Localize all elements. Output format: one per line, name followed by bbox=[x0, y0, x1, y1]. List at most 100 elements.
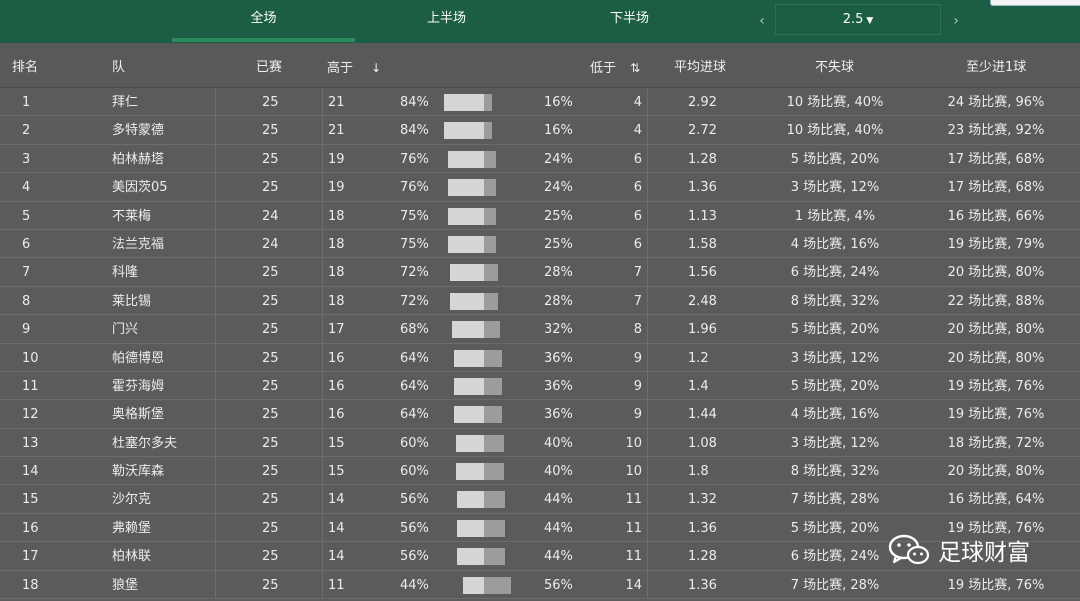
column-divider bbox=[322, 542, 323, 571]
cell-under-count: 10 bbox=[625, 464, 642, 480]
cell-played: 24 bbox=[262, 236, 279, 252]
cell-team[interactable]: 法兰克福 bbox=[112, 230, 164, 258]
column-divider bbox=[647, 116, 648, 145]
cell-team[interactable]: 弗赖堡 bbox=[112, 514, 151, 542]
cell-avg-goals: 1.32 bbox=[688, 492, 717, 508]
table-row[interactable]: 7 科隆 25 18 72% 28% 7 1.56 6 场比赛, 24% 20 场比赛, 80% bbox=[0, 258, 1080, 287]
cell-avg-goals: 1.13 bbox=[688, 208, 717, 224]
over-under-bar bbox=[453, 349, 502, 367]
cell-under-count: 4 bbox=[633, 123, 642, 139]
cell-over-percent: 68% bbox=[400, 322, 429, 338]
sort-desc-icon[interactable]: ↓ bbox=[371, 61, 381, 75]
cell-rank: 6 bbox=[22, 236, 31, 252]
cell-team[interactable]: 多特蒙德 bbox=[112, 116, 164, 144]
tab-second-half[interactable]: 下半场 bbox=[538, 0, 721, 38]
column-divider bbox=[647, 201, 648, 230]
cell-played: 25 bbox=[262, 407, 279, 423]
column-divider bbox=[647, 570, 648, 599]
table-row[interactable]: 18 狼堡 25 11 44% 56% 14 1.36 7 场比赛, 28% 19 场比赛, 76… bbox=[0, 570, 1080, 600]
cell-avg-goals: 1.08 bbox=[688, 435, 717, 451]
column-divider bbox=[647, 315, 648, 344]
cell-at-least-one: 23 场比赛, 92% bbox=[947, 123, 1045, 139]
header-clean-sheet: 不失球 bbox=[815, 60, 855, 75]
cell-under-percent: 44% bbox=[544, 520, 573, 536]
table-row[interactable]: 8 莱比锡 25 18 72% 28% 7 2.48 8 场比赛, 32% 22 场比赛, 88% bbox=[0, 286, 1080, 316]
cell-team[interactable]: 拜仁 bbox=[112, 88, 138, 116]
cell-rank: 4 bbox=[22, 180, 31, 196]
goal-line-dropdown[interactable]: 2.5 ▼ bbox=[775, 4, 941, 35]
tab-first-half[interactable]: 上半场 bbox=[355, 0, 538, 38]
table-row[interactable]: 13 杜塞尔多夫 25 15 60% 40% 10 1.08 3 场比赛, 12% 18 场比赛,… bbox=[0, 428, 1080, 458]
table-row[interactable]: 2 多特蒙德 25 21 84% 16% 4 2.72 10 场比赛, 40% 23 场比赛, 9… bbox=[0, 116, 1080, 145]
table-row[interactable]: 15 沙尔克 25 14 56% 44% 11 1.32 7 场比赛, 28% 16 场比赛, 6… bbox=[0, 485, 1080, 514]
cell-team[interactable]: 霍芬海姆 bbox=[112, 372, 164, 400]
column-divider bbox=[322, 315, 323, 344]
over-bar-fill bbox=[453, 349, 485, 367]
cell-team[interactable]: 杜塞尔多夫 bbox=[112, 429, 177, 457]
over-under-bar bbox=[463, 576, 512, 594]
cell-under-percent: 40% bbox=[544, 435, 573, 451]
cell-clean-sheet: 1 场比赛, 4% bbox=[794, 208, 876, 224]
header-over[interactable]: 高于 ↓ bbox=[327, 43, 381, 87]
table-row[interactable]: 3 柏林赫塔 25 19 76% 24% 6 1.28 5 场比赛, 20% 17 场比赛, 68… bbox=[0, 144, 1080, 174]
table-row[interactable]: 5 不莱梅 24 18 75% 25% 6 1.13 1 场比赛, 4% 16 场比赛, 66% bbox=[0, 201, 1080, 230]
cell-team[interactable]: 帕德博恩 bbox=[112, 344, 164, 372]
cell-played: 25 bbox=[262, 293, 279, 309]
table-row[interactable]: 12 奥格斯堡 25 16 64% 36% 9 1.44 4 场比赛, 16% 19 场比赛, 7… bbox=[0, 400, 1080, 429]
cell-team[interactable]: 科隆 bbox=[112, 258, 138, 286]
cell-team[interactable]: 不莱梅 bbox=[112, 202, 151, 230]
column-divider bbox=[215, 229, 216, 258]
column-divider bbox=[647, 371, 648, 400]
cell-team[interactable]: 勒沃库森 bbox=[112, 457, 164, 485]
column-divider bbox=[647, 229, 648, 258]
table-row[interactable]: 10 帕德博恩 25 16 64% 36% 9 1.2 3 场比赛, 12% 20 场比赛, 80… bbox=[0, 343, 1080, 372]
cell-avg-goals: 1.36 bbox=[688, 577, 717, 593]
column-divider bbox=[215, 286, 216, 315]
cell-over-percent: 64% bbox=[400, 407, 429, 423]
cell-over-count: 16 bbox=[328, 350, 345, 366]
wechat-icon bbox=[888, 534, 930, 565]
over-under-bar bbox=[447, 179, 496, 197]
cell-team[interactable]: 柏林联 bbox=[112, 542, 151, 570]
cell-team[interactable]: 美因茨05 bbox=[112, 173, 168, 201]
over-under-bar bbox=[457, 548, 506, 566]
cell-avg-goals: 1.44 bbox=[688, 407, 717, 423]
header-under-label: 低于 bbox=[590, 61, 617, 76]
cell-rank: 13 bbox=[22, 435, 39, 451]
cell-over-percent: 56% bbox=[400, 520, 429, 536]
over-under-bar bbox=[451, 321, 500, 339]
cell-team[interactable]: 门兴 bbox=[112, 315, 138, 343]
over-under-bar bbox=[444, 122, 492, 140]
chevron-left-icon[interactable]: ‹ bbox=[752, 8, 772, 34]
sort-toggle-icon[interactable]: ⇅ bbox=[630, 61, 640, 75]
header-under[interactable]: 低于 ⇅ bbox=[590, 43, 640, 87]
over-bar-fill bbox=[447, 179, 485, 197]
table-row[interactable]: 14 勒沃库森 25 15 60% 40% 10 1.8 8 场比赛, 32% 20 场比赛, 8… bbox=[0, 457, 1080, 486]
column-divider bbox=[647, 485, 648, 514]
cell-played: 25 bbox=[262, 123, 279, 139]
over-bar-fill bbox=[455, 463, 485, 481]
table-row[interactable]: 1 拜仁 25 21 84% 16% 4 2.92 10 场比赛, 40% 24 场比赛, 96% bbox=[0, 88, 1080, 117]
cell-team[interactable]: 奥格斯堡 bbox=[112, 400, 164, 428]
column-divider bbox=[215, 116, 216, 145]
goal-line-value: 2.5 bbox=[842, 12, 864, 27]
cell-under-percent: 16% bbox=[544, 95, 573, 110]
table-row[interactable]: 9 门兴 25 17 68% 32% 8 1.96 5 场比赛, 20% 20 场比赛, 80% bbox=[0, 315, 1080, 344]
cell-played: 24 bbox=[262, 208, 279, 224]
cell-rank: 1 bbox=[22, 95, 31, 110]
cell-team[interactable]: 沙尔克 bbox=[112, 485, 151, 513]
cell-played: 25 bbox=[262, 151, 279, 167]
header-at-least-one: 至少进1球 bbox=[966, 60, 1027, 75]
tab-full-match[interactable]: 全场 bbox=[172, 0, 355, 42]
cell-avg-goals: 1.36 bbox=[688, 180, 717, 196]
over-bar-fill bbox=[457, 548, 485, 566]
cell-clean-sheet: 7 场比赛, 28% bbox=[790, 577, 880, 593]
cell-team[interactable]: 莱比锡 bbox=[112, 287, 151, 315]
table-row[interactable]: 4 美因茨05 25 19 76% 24% 6 1.36 3 场比赛, 12% 17 场比赛, 6… bbox=[0, 173, 1080, 202]
table-row[interactable]: 6 法兰克福 24 18 75% 25% 6 1.58 4 场比赛, 16% 19 场比赛, 79… bbox=[0, 229, 1080, 259]
cell-team[interactable]: 柏林赫塔 bbox=[112, 145, 164, 173]
cell-avg-goals: 1.36 bbox=[688, 520, 717, 536]
cell-team[interactable]: 狼堡 bbox=[112, 571, 138, 599]
chevron-right-icon[interactable]: › bbox=[946, 8, 966, 34]
table-row[interactable]: 11 霍芬海姆 25 16 64% 36% 9 1.4 5 场比赛, 20% 19 场比赛, 76… bbox=[0, 371, 1080, 401]
